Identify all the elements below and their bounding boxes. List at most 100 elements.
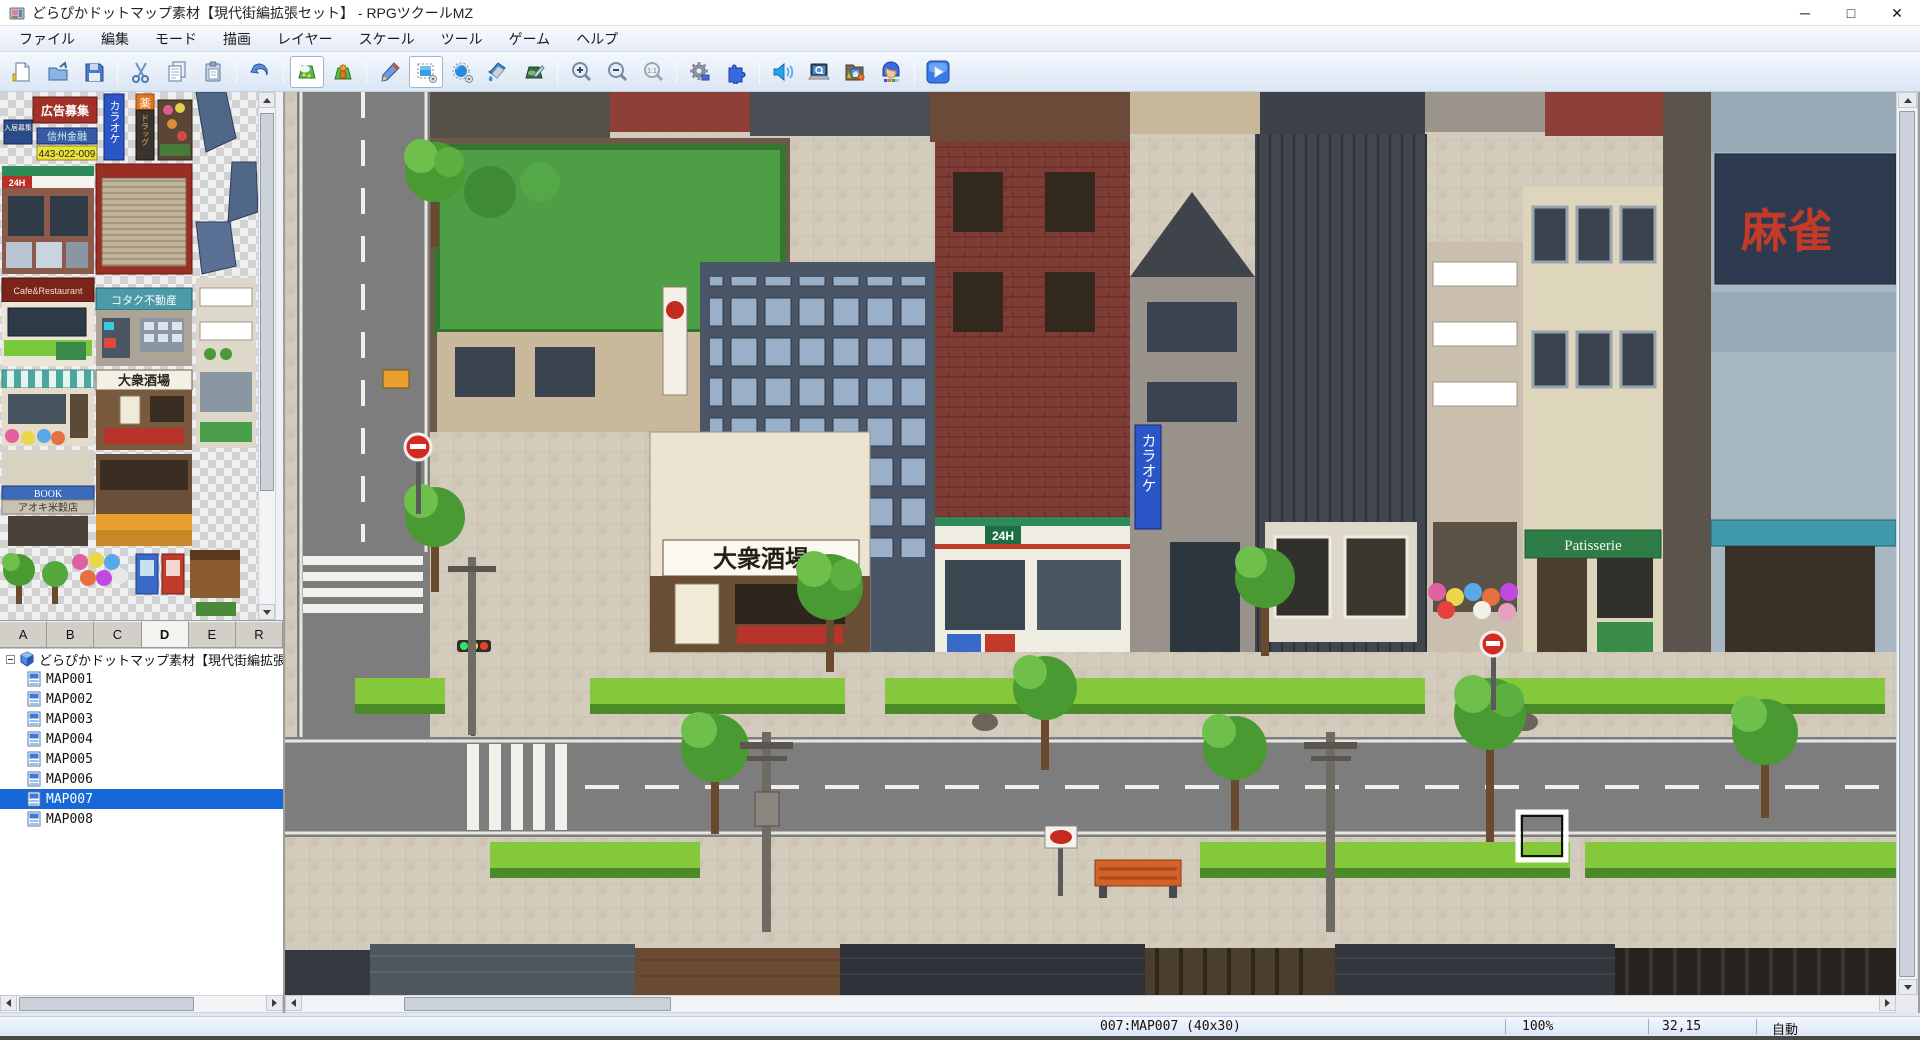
cut-button[interactable] [124,56,158,88]
map-tree-item[interactable]: MAP004 [0,729,283,749]
resource-folder-icon [843,60,867,84]
close-button[interactable]: ✕ [1874,0,1920,26]
new-project-button[interactable] [5,56,39,88]
map-file-icon [26,811,42,827]
map-tree-root[interactable]: どらぴかドットマップ素材【現代街編拡張セット】 [0,649,283,669]
zoom-out-button[interactable] [600,56,634,88]
floppy-disk-icon [82,60,106,84]
mahjong-sign: 麻雀 [1741,205,1833,257]
palette-scroll-thumb[interactable] [260,113,274,491]
map-canvas[interactable]: 大衆酒場 24H [285,92,1896,995]
sound-test-button[interactable] [766,56,800,88]
scroll-down-icon [263,610,271,615]
map-tree-item[interactable]: MAP002 [0,689,283,709]
status-separator [1648,1019,1649,1034]
zoom-in-icon [569,60,593,84]
menu-scale[interactable]: スケール [346,26,428,52]
tab-d[interactable]: D [142,621,189,647]
menu-tools[interactable]: ツール [428,26,496,52]
palette-vscrollbar[interactable] [258,92,276,620]
toolbar-separator [676,59,677,85]
palette-realty-tiles: コタク不動産 [96,288,192,366]
left-scroll-left-button[interactable] [0,995,17,1011]
map-mode-button[interactable] [290,56,324,88]
brick-alley-column [1663,92,1711,652]
map-tree-item[interactable]: MAP006 [0,769,283,789]
palette-scroll-up-button[interactable] [258,92,275,108]
scroll-down-icon [1904,985,1912,990]
tab-a[interactable]: A [0,621,47,647]
zoom-in-button[interactable] [564,56,598,88]
left-panel-hscrollbar[interactable] [0,995,283,1013]
event-searcher-button[interactable] [802,56,836,88]
database-button[interactable] [683,56,717,88]
plugin-manager-button[interactable] [719,56,753,88]
menu-file[interactable]: ファイル [6,26,88,52]
map-tree-item[interactable]: MAP003 [0,709,283,729]
menu-game[interactable]: ゲーム [496,26,564,52]
wall-sign [383,370,409,388]
palette-scroll-down-button[interactable] [258,604,275,620]
menu-draw[interactable]: 描画 [210,26,264,52]
save-project-button[interactable] [77,56,111,88]
undo-button[interactable] [243,56,277,88]
map-tree-item[interactable]: MAP008 [0,809,283,829]
ellipse-tool-button[interactable] [445,56,479,88]
scrollbar-corner [1896,995,1918,1013]
menu-help[interactable]: ヘルプ [563,26,631,52]
map-item-label: MAP001 [46,672,93,687]
menu-mode[interactable]: モード [142,26,210,52]
scroll-up-icon [1904,98,1912,103]
maximize-button[interactable]: □ [1828,0,1874,26]
map-item-label: MAP006 [46,772,93,787]
tab-e[interactable]: E [189,621,236,647]
app-icon [8,4,26,22]
canvas-scroll-down-button[interactable] [1898,979,1917,995]
collapse-icon[interactable] [6,655,15,664]
patisserie-sign: Patisserie [1564,538,1622,554]
svg-text:ドラッグ: ドラッグ [141,114,150,146]
svg-text:24H: 24H [9,178,26,188]
svg-text:信州金融: 信州金融 [47,130,87,143]
canvas-vscroll-thumb[interactable] [1899,111,1915,977]
tileset-tabbar: A B C D E R [0,620,283,648]
bottom-roofs [285,944,1896,995]
playtest-button[interactable] [921,56,955,88]
window-controls: ─ □ ✕ [1782,0,1920,26]
status-zoom-level: 100% [1522,1019,1553,1034]
tileset-palette[interactable]: 広告募集 入居募集 信州金融 443-022-009 カラオケ 薬 ドラッグ [0,92,258,620]
zoom-actual-button[interactable]: 1:1 [636,56,670,88]
map-tree-item[interactable]: MAP001 [0,669,283,689]
tab-r[interactable]: R [236,621,283,647]
paste-button[interactable] [196,56,230,88]
menu-layer[interactable]: レイヤー [264,26,346,52]
shadow-pen-tool-button[interactable] [517,56,551,88]
map-item-label: MAP002 [46,692,93,707]
canvas-vscrollbar[interactable] [1896,92,1918,995]
flood-fill-tool-button[interactable] [481,56,515,88]
character-generator-button[interactable] [874,56,908,88]
left-scroll-thumb[interactable] [19,997,194,1011]
toolbar-separator [236,59,237,85]
map-tree-item-selected[interactable]: MAP007 [0,789,283,809]
canvas-hscroll-thumb[interactable] [404,997,671,1011]
copy-pages-icon [165,60,189,84]
copy-button[interactable] [160,56,194,88]
rectangle-tool-button[interactable] [409,56,443,88]
canvas-scroll-up-button[interactable] [1898,92,1917,108]
canvas-scroll-right-button[interactable] [1879,995,1896,1011]
minimize-button[interactable]: ─ [1782,0,1828,26]
resource-manager-button[interactable] [838,56,872,88]
event-mode-button[interactable] [326,56,360,88]
menu-edit[interactable]: 編集 [88,26,142,52]
tab-c[interactable]: C [94,621,141,647]
left-scroll-right-button[interactable] [266,995,283,1011]
map-tree-item[interactable]: MAP005 [0,749,283,769]
tab-b[interactable]: B [47,621,94,647]
title-bar: どらぴかドットマップ素材【現代街編拡張セット】 - RPGツクールMZ ─ □ … [0,0,1920,26]
project-cube-icon [19,651,35,667]
canvas-hscrollbar[interactable] [285,995,1896,1013]
open-project-button[interactable] [41,56,75,88]
canvas-scroll-left-button[interactable] [285,995,302,1011]
pencil-tool-button[interactable] [373,56,407,88]
